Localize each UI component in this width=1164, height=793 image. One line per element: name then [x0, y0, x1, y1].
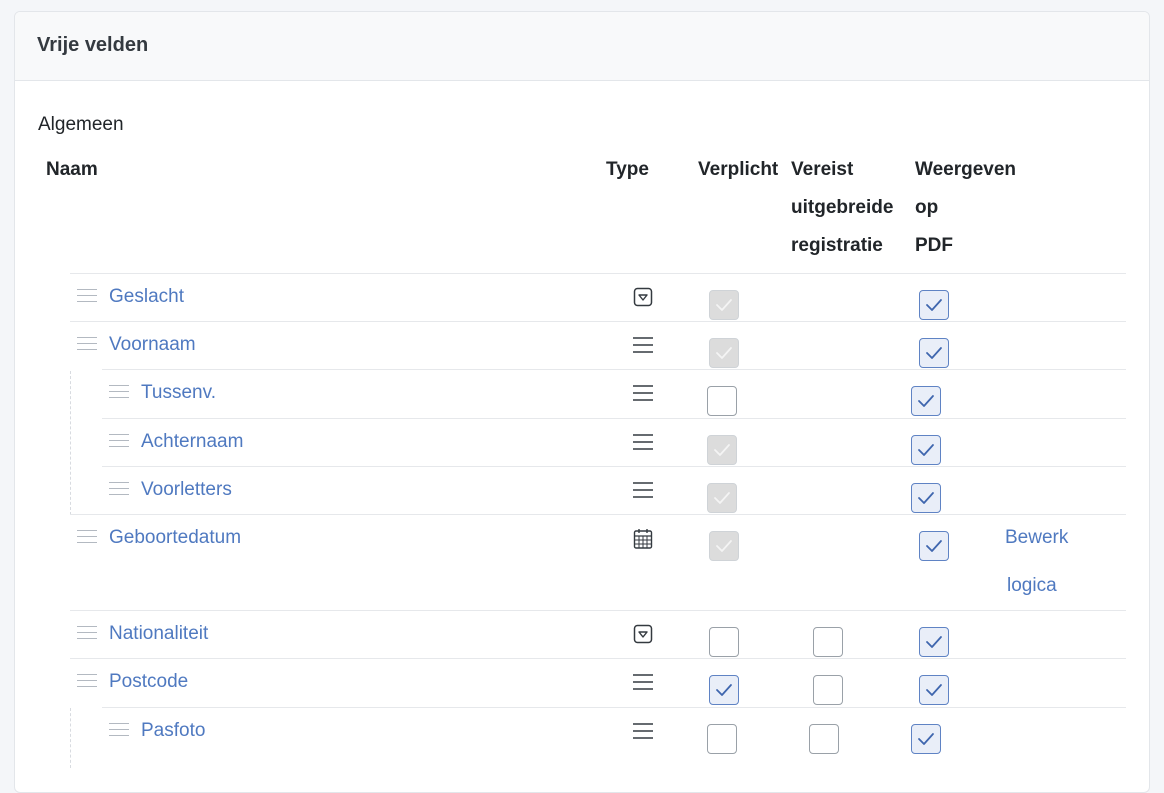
verplicht-checkbox[interactable]: [709, 627, 739, 657]
pdf-checkbox[interactable]: [919, 290, 949, 320]
column-header-weergeven-line2: op: [915, 197, 939, 218]
row-divider: [102, 707, 1126, 708]
column-header-vereist-line2: uitgebreide: [791, 197, 894, 218]
vereist-checkbox[interactable]: [809, 724, 839, 754]
column-header-type: Type: [606, 159, 649, 180]
drag-handle-icon[interactable]: [109, 385, 129, 399]
field-name-link[interactable]: Postcode: [109, 670, 188, 694]
field-name-link[interactable]: Achternaam: [141, 430, 243, 454]
section-title: Algemeen: [38, 114, 124, 135]
verplicht-checkbox: [707, 483, 737, 513]
row-divider: [102, 418, 1126, 419]
pdf-checkbox[interactable]: [919, 675, 949, 705]
drag-handle-icon[interactable]: [109, 434, 129, 448]
field-name-link[interactable]: Pasfoto: [141, 719, 205, 743]
calendar-icon: [633, 528, 655, 549]
pdf-checkbox[interactable]: [911, 435, 941, 465]
drag-handle-icon[interactable]: [109, 723, 129, 737]
drag-handle-icon[interactable]: [77, 289, 97, 303]
vereist-checkbox[interactable]: [813, 627, 843, 657]
verplicht-checkbox[interactable]: [707, 724, 737, 754]
pdf-checkbox[interactable]: [911, 724, 941, 754]
row-divider: [70, 514, 1126, 515]
row-divider: [102, 369, 1126, 370]
field-name-link[interactable]: Voornaam: [109, 333, 196, 357]
column-header-weergeven-line1: Weergeven: [915, 159, 1017, 180]
text-lines-icon: [632, 433, 654, 453]
column-header-vereist: Vereist uitgebreide registratie: [791, 151, 893, 265]
text-lines-icon: [632, 722, 654, 742]
row-divider: [70, 273, 1126, 274]
edit-logic-link[interactable]: Bewerk: [1005, 526, 1068, 550]
field-name-link[interactable]: Nationaliteit: [109, 622, 208, 646]
text-lines-icon: [632, 384, 654, 404]
vereist-checkbox[interactable]: [813, 675, 843, 705]
card-header: Vrije velden: [15, 12, 1149, 81]
field-name-link[interactable]: Voorletters: [141, 478, 232, 502]
verplicht-checkbox: [709, 338, 739, 368]
drag-handle-icon[interactable]: [77, 337, 97, 351]
verplicht-checkbox: [709, 290, 739, 320]
pdf-checkbox[interactable]: [911, 386, 941, 416]
verplicht-checkbox: [709, 531, 739, 561]
row-divider: [70, 658, 1126, 659]
verplicht-checkbox[interactable]: [709, 675, 739, 705]
pdf-checkbox[interactable]: [919, 338, 949, 368]
drag-handle-icon[interactable]: [77, 530, 97, 544]
text-lines-icon: [632, 336, 654, 356]
column-header-weergeven-line3: PDF: [915, 235, 953, 256]
verplicht-checkbox: [707, 435, 737, 465]
column-header-vereist-line1: Vereist: [791, 159, 854, 180]
column-header-verplicht: Verplicht: [698, 159, 779, 180]
verplicht-checkbox[interactable]: [707, 386, 737, 416]
card-title: Vrije velden: [37, 34, 149, 56]
row-divider: [102, 466, 1126, 467]
dropdown-icon: [633, 624, 655, 644]
drag-handle-icon[interactable]: [109, 482, 129, 496]
edit-logic-link-line2[interactable]: logica: [1007, 574, 1057, 598]
text-lines-icon: [632, 673, 654, 693]
column-header-weergeven: Weergeven op PDF: [915, 151, 1016, 265]
pdf-checkbox[interactable]: [911, 483, 941, 513]
field-name-link[interactable]: Geslacht: [109, 285, 184, 309]
tree-guide: [70, 371, 71, 515]
row-divider: [70, 321, 1126, 322]
pdf-checkbox[interactable]: [919, 531, 949, 561]
dropdown-icon: [633, 287, 655, 307]
free-fields-card: Vrije velden Algemeen Naam Type Verplich…: [14, 11, 1150, 793]
drag-handle-icon[interactable]: [77, 626, 97, 640]
drag-handle-icon[interactable]: [77, 674, 97, 688]
field-name-link[interactable]: Geboortedatum: [109, 526, 241, 550]
text-lines-icon: [632, 481, 654, 501]
row-divider: [70, 610, 1126, 611]
tree-guide: [70, 708, 71, 768]
column-header-naam: Naam: [46, 159, 98, 180]
column-header-vereist-line3: registratie: [791, 235, 883, 256]
pdf-checkbox[interactable]: [919, 627, 949, 657]
field-name-link[interactable]: Tussenv.: [141, 381, 216, 405]
